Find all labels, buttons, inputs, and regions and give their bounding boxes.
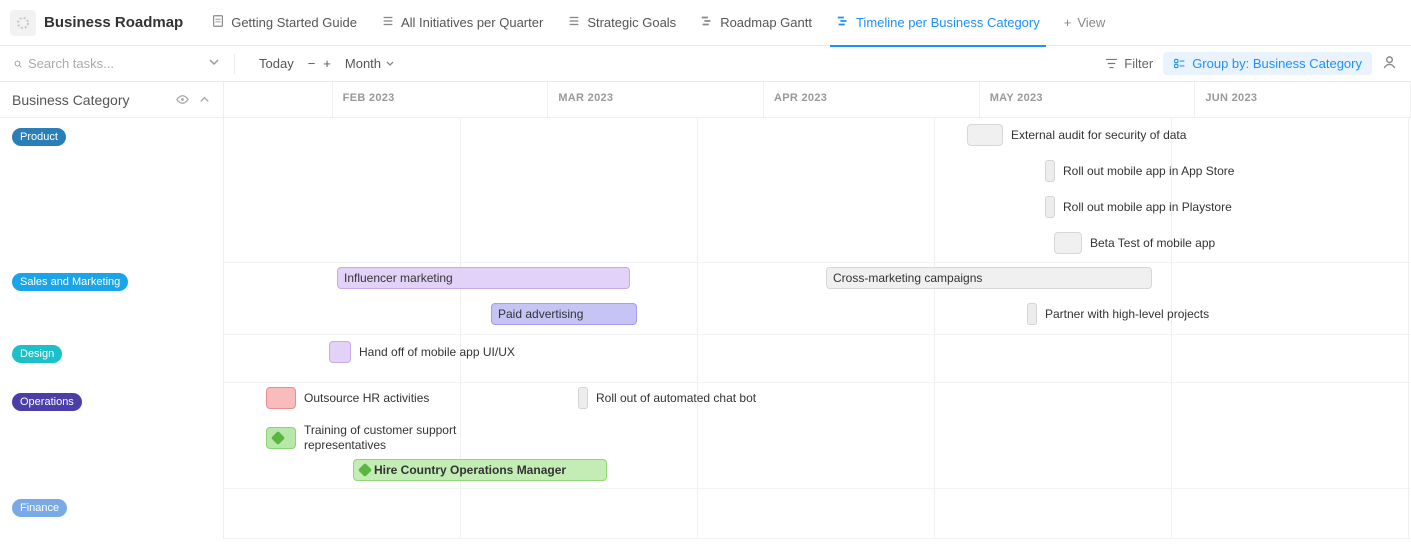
space-title: Business Roadmap xyxy=(44,14,183,31)
today-button[interactable]: Today xyxy=(249,56,304,71)
month-col: FEB 2023 xyxy=(333,82,549,117)
task-label: Roll out mobile app in App Store xyxy=(1063,164,1234,179)
task[interactable]: Training of customer support representat… xyxy=(266,423,504,453)
timeline-grid[interactable]: JAN 2023FEB 2023MAR 2023APR 2023MAY 2023… xyxy=(224,82,1411,539)
month-col: APR 2023 xyxy=(764,82,980,117)
task-label: Outsource HR activities xyxy=(304,391,429,406)
task[interactable]: Beta Test of mobile app xyxy=(1054,232,1215,254)
task-label: Roll out mobile app in Playstore xyxy=(1063,200,1232,215)
task[interactable]: Paid advertising xyxy=(491,303,637,325)
group-by-pill[interactable]: Group by: Business Category xyxy=(1163,52,1372,75)
timeline-icon xyxy=(836,14,850,31)
milestone-diamond-icon xyxy=(358,463,372,477)
search-input[interactable] xyxy=(28,56,204,71)
sidebar-header: Business Category xyxy=(0,82,223,118)
separator xyxy=(234,54,235,74)
category-pill[interactable]: Design xyxy=(12,345,62,363)
toolbar: Today − + Month Filter Group by: Busines… xyxy=(0,46,1411,82)
search-wrap xyxy=(14,56,204,71)
month-col: MAR 2023 xyxy=(548,82,764,117)
task-label: Influencer marketing xyxy=(344,271,453,285)
task[interactable]: Roll out mobile app in App Store xyxy=(1045,160,1234,182)
task[interactable]: Partner with high-level projects xyxy=(1027,303,1209,325)
timeline-lane: External audit for security of data Roll … xyxy=(224,118,1411,263)
add-view-button[interactable]: + View xyxy=(1052,15,1118,30)
task-label: Training of customer support representat… xyxy=(304,423,504,453)
visibility-icon[interactable] xyxy=(175,92,190,107)
category-pill[interactable]: Finance xyxy=(12,499,67,517)
chevron-down-icon xyxy=(386,60,394,68)
task[interactable]: Roll out of automated chat bot xyxy=(578,387,756,409)
search-icon xyxy=(14,57,22,71)
lane-label: Product xyxy=(0,118,223,263)
task-label: External audit for security of data xyxy=(1011,128,1186,143)
tab-label: Timeline per Business Category xyxy=(856,15,1040,30)
plus-icon: + xyxy=(1064,15,1072,30)
tab-label: All Initiatives per Quarter xyxy=(401,15,543,30)
lane-label: Design xyxy=(0,335,223,383)
timeline-lane: Hand off of mobile app UI/UX xyxy=(224,335,1411,383)
timeline-body: Business Category Product Sales and Marke… xyxy=(0,82,1411,539)
lane-label: Finance xyxy=(0,489,223,539)
category-pill[interactable]: Sales and Marketing xyxy=(12,273,128,291)
task[interactable]: Influencer marketing xyxy=(337,267,630,289)
filter-icon xyxy=(1105,57,1118,70)
search-chevron-icon[interactable] xyxy=(208,56,220,71)
task[interactable]: Outsource HR activities xyxy=(266,387,429,409)
month-col: MAY 2023 xyxy=(980,82,1196,117)
tab-getting-started-guide[interactable]: Getting Started Guide xyxy=(199,0,369,46)
add-view-label: View xyxy=(1077,15,1105,30)
header-bar: Business Roadmap Getting Started Guide Al… xyxy=(0,0,1411,46)
gantt-icon xyxy=(700,14,714,31)
timeline-lane: Influencer marketing Paid advertising Cros… xyxy=(224,263,1411,335)
tab-timeline-per-business-category[interactable]: Timeline per Business Category xyxy=(824,0,1052,46)
tab-label: Getting Started Guide xyxy=(231,15,357,30)
task[interactable]: Hire Country Operations Manager xyxy=(353,459,607,481)
list-icon xyxy=(567,14,581,31)
task-label: Partner with high-level projects xyxy=(1045,307,1209,322)
group-field-label: Business Category xyxy=(12,92,130,108)
lane-label: Operations xyxy=(0,383,223,489)
range-select[interactable]: Month xyxy=(335,56,404,71)
prev-button[interactable]: − xyxy=(304,56,320,71)
tab-roadmap-gantt[interactable]: Roadmap Gantt xyxy=(688,0,824,46)
task-label: Paid advertising xyxy=(498,307,583,321)
month-col: JUN 2023 xyxy=(1195,82,1411,117)
filter-button[interactable]: Filter xyxy=(1095,56,1163,71)
category-pill[interactable]: Operations xyxy=(12,393,82,411)
month-header: JAN 2023FEB 2023MAR 2023APR 2023MAY 2023… xyxy=(224,82,1411,118)
task[interactable]: Cross-marketing campaigns xyxy=(826,267,1152,289)
milestone-diamond-icon xyxy=(271,431,285,445)
group-icon xyxy=(1173,57,1186,70)
timeline-lane: Outsource HR activities Roll out of autom… xyxy=(224,383,1411,489)
month-col: JAN 2023 xyxy=(224,82,333,117)
tab-label: Strategic Goals xyxy=(587,15,676,30)
tab-strategic-goals[interactable]: Strategic Goals xyxy=(555,0,688,46)
task[interactable]: Hand off of mobile app UI/UX xyxy=(329,341,515,363)
timeline-lane xyxy=(224,489,1411,539)
next-button[interactable]: + xyxy=(319,56,335,71)
tab-label: Roadmap Gantt xyxy=(720,15,812,30)
task-label: Hire Country Operations Manager xyxy=(374,463,566,477)
task-label: Cross-marketing campaigns xyxy=(833,271,982,285)
task[interactable]: Roll out mobile app in Playstore xyxy=(1045,196,1232,218)
tab-all-initiatives-per-quarter[interactable]: All Initiatives per Quarter xyxy=(369,0,555,46)
collapse-icon[interactable] xyxy=(198,93,211,106)
task-label: Roll out of automated chat bot xyxy=(596,391,756,406)
user-icon[interactable] xyxy=(1382,55,1397,73)
sidebar: Business Category Product Sales and Marke… xyxy=(0,82,224,539)
task[interactable]: External audit for security of data xyxy=(967,124,1186,146)
space-icon xyxy=(10,10,36,36)
lane-label: Sales and Marketing xyxy=(0,263,223,335)
doc-icon xyxy=(211,14,225,31)
list-icon xyxy=(381,14,395,31)
task-label: Beta Test of mobile app xyxy=(1090,236,1215,251)
category-pill[interactable]: Product xyxy=(12,128,66,146)
task-label: Hand off of mobile app UI/UX xyxy=(359,345,515,360)
